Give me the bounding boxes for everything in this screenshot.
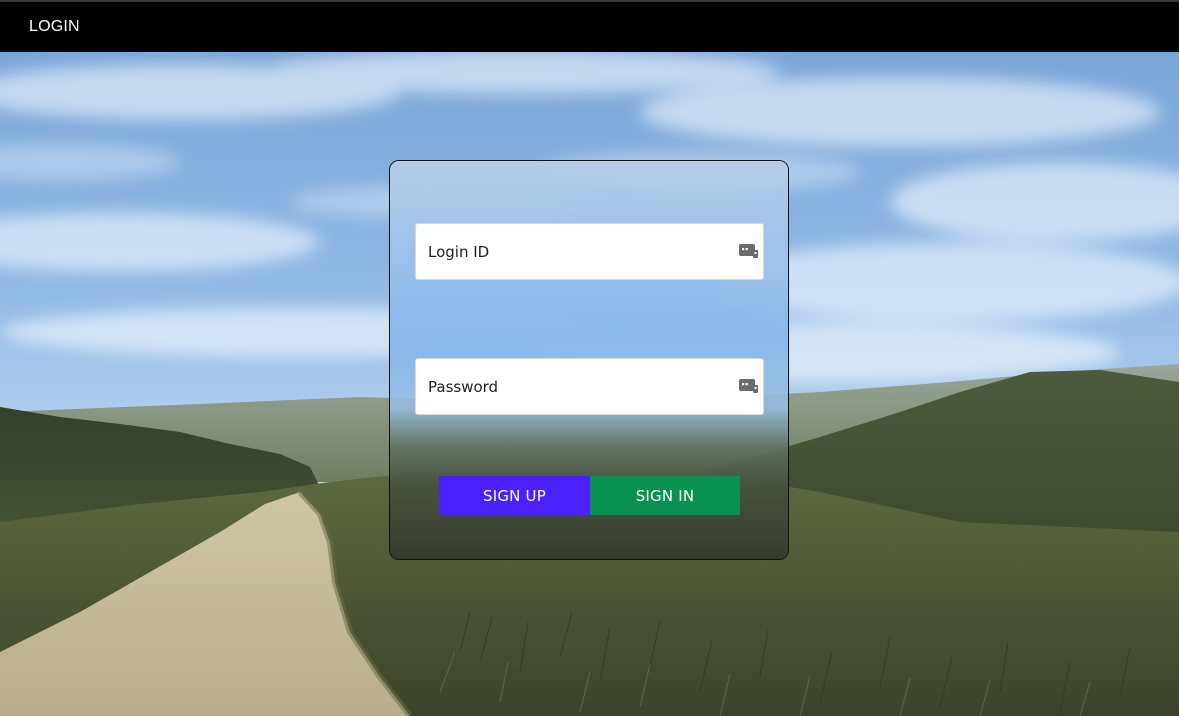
password-manager-key-icon[interactable] — [739, 242, 759, 260]
password-field[interactable] — [415, 358, 764, 415]
navbar-title[interactable]: LOGIN — [29, 18, 80, 36]
password-manager-key-icon[interactable] — [739, 377, 759, 395]
login-card: SIGN UP SIGN IN — [389, 160, 789, 560]
password-input[interactable] — [416, 359, 763, 414]
login-id-input[interactable] — [416, 224, 763, 279]
top-navbar: LOGIN — [0, 0, 1179, 52]
form-buttons: SIGN UP SIGN IN — [439, 476, 740, 515]
sign-in-button[interactable]: SIGN IN — [590, 476, 740, 515]
sign-up-button[interactable]: SIGN UP — [439, 476, 590, 515]
login-page: LOGIN Login ID SIGN UP SIGN IN — [0, 0, 1179, 716]
login-id-field[interactable] — [415, 223, 764, 280]
